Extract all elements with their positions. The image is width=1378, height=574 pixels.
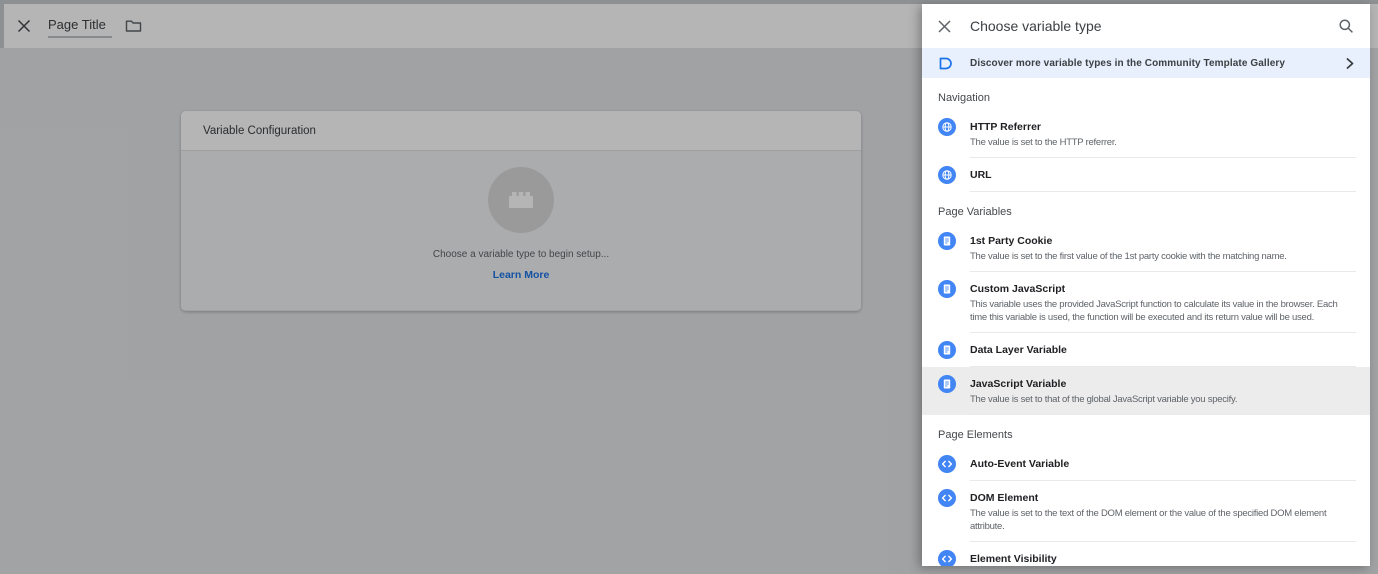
variable-type-title: Element Visibility (970, 551, 1356, 566)
variable-type-item-auto-event-variable[interactable]: Auto-Event Variable (922, 447, 1370, 481)
variable-type-item-javascript-variable[interactable]: JavaScript VariableThe value is set to t… (922, 367, 1370, 415)
drawer-title: Choose variable type (970, 18, 1102, 34)
code-icon (938, 489, 956, 507)
variable-type-item-element-visibility[interactable]: Element Visibility (922, 542, 1370, 566)
variable-type-item-data-layer-variable[interactable]: Data Layer Variable (922, 333, 1370, 367)
globe-icon (938, 166, 956, 184)
choose-variable-type-drawer: Choose variable type Discover more varia… (922, 4, 1370, 566)
variable-type-item-url[interactable]: URL (922, 158, 1370, 192)
section-label-navigation: Navigation (922, 78, 1370, 110)
document-icon (938, 375, 956, 393)
variable-type-description: The value is set to the first value of t… (970, 250, 1356, 263)
search-icon[interactable] (1338, 18, 1354, 34)
drawer-header: Choose variable type (922, 4, 1370, 48)
document-icon (938, 280, 956, 298)
close-drawer-icon[interactable] (938, 20, 951, 33)
variable-type-title: Data Layer Variable (970, 342, 1356, 358)
community-gallery-banner[interactable]: Discover more variable types in the Comm… (922, 48, 1370, 78)
variable-type-description: The value is set to the text of the DOM … (970, 507, 1356, 533)
globe-icon (938, 118, 956, 136)
left-edge-strip (0, 0, 4, 48)
variable-type-description: The value is set to that of the global J… (970, 393, 1356, 406)
variable-type-title: HTTP Referrer (970, 119, 1356, 135)
variable-type-item-custom-javascript[interactable]: Custom JavaScriptThis variable uses the … (922, 272, 1370, 333)
document-icon (938, 341, 956, 359)
document-icon (938, 232, 956, 250)
code-icon (938, 550, 956, 566)
variable-type-title: DOM Element (970, 490, 1356, 506)
gallery-icon (938, 57, 953, 70)
variable-type-title: Auto-Event Variable (970, 456, 1356, 472)
section-label-page-variables: Page Variables (922, 192, 1370, 224)
variable-type-item-1st-party-cookie[interactable]: 1st Party CookieThe value is set to the … (922, 224, 1370, 272)
banner-text: Discover more variable types in the Comm… (970, 58, 1285, 69)
variable-type-description: The value is set to the HTTP referrer. (970, 136, 1356, 149)
variable-type-title: JavaScript Variable (970, 376, 1356, 392)
code-icon (938, 455, 956, 473)
variable-type-list: NavigationHTTP ReferrerThe value is set … (922, 78, 1370, 566)
variable-type-title: URL (970, 167, 1356, 183)
variable-type-title: 1st Party Cookie (970, 233, 1356, 249)
variable-type-title: Custom JavaScript (970, 281, 1356, 297)
variable-type-item-http-referrer[interactable]: HTTP ReferrerThe value is set to the HTT… (922, 110, 1370, 158)
section-label-page-elements: Page Elements (922, 415, 1370, 447)
app-root: Page Title Variable Configuration Choose… (0, 0, 1378, 574)
variable-type-item-dom-element[interactable]: DOM ElementThe value is set to the text … (922, 481, 1370, 542)
variable-type-description: This variable uses the provided JavaScri… (970, 298, 1356, 324)
chevron-right-icon (1346, 58, 1354, 69)
